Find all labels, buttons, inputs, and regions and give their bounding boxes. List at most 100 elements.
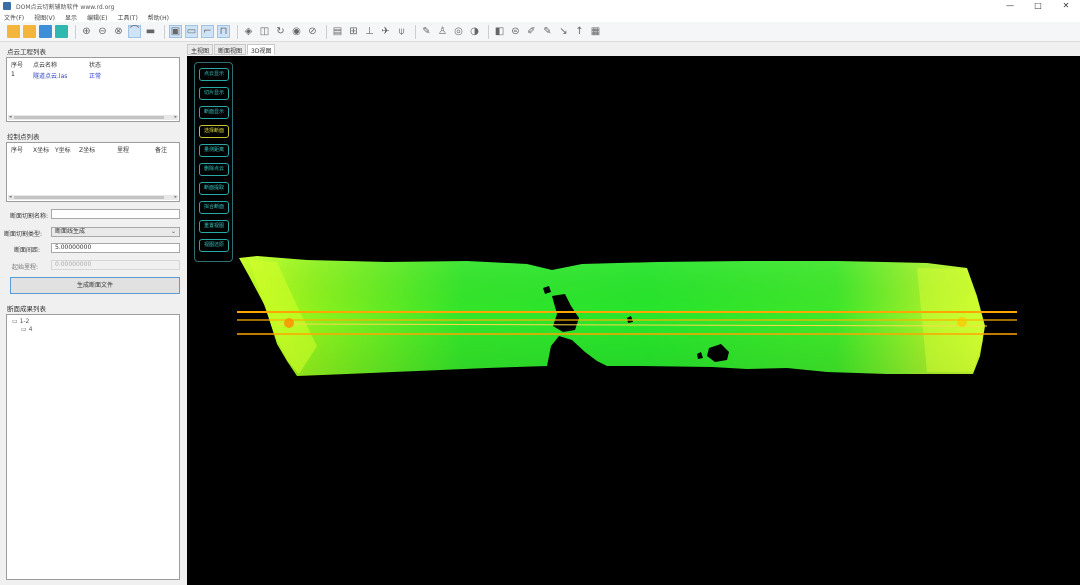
person-icon[interactable]: ✎ — [420, 25, 433, 38]
fit-icon[interactable]: ⊗ — [112, 25, 125, 38]
menu-tools[interactable]: 工具(T) — [117, 13, 137, 22]
header-index: 序号 — [11, 147, 24, 154]
generate-sections-button[interactable]: 生成断面文件 — [10, 277, 180, 294]
cube-icon[interactable]: ◈ — [242, 25, 255, 38]
header-z: Z坐标 — [79, 147, 96, 154]
report-icon[interactable]: ▦ — [589, 25, 602, 38]
line-icon[interactable]: ▬ — [144, 25, 157, 38]
tool-button-2[interactable]: 断面显示 — [199, 106, 229, 119]
scroll-left-icon[interactable]: ◂ — [9, 194, 12, 200]
view-side-icon[interactable]: ▭ — [185, 25, 198, 38]
toolbar-divider — [415, 24, 416, 39]
eye-icon[interactable]: ♙ — [436, 25, 449, 38]
plane-name-label: 断面切割名称: — [10, 213, 49, 220]
lock-icon[interactable]: ◉ — [290, 25, 303, 38]
pen-icon[interactable]: ⍦ — [395, 25, 408, 38]
toolbar-divider — [488, 24, 489, 39]
control-list[interactable]: 序号 X坐标 Y坐标 Z坐标 里程 备注 ◂ ▸ — [6, 142, 180, 202]
row-name: 隧道点云.las — [33, 73, 68, 80]
menu-file[interactable]: 文件(F) — [4, 13, 24, 22]
tree-node[interactable]: ▭ 4 — [21, 326, 32, 333]
curve-icon[interactable]: ⌒ — [128, 25, 141, 38]
mileage-label: 起始里程: — [12, 264, 39, 271]
header-mileage: 里程 — [117, 147, 130, 154]
draw-icon[interactable]: ✎ — [541, 25, 554, 38]
menu-help[interactable]: 帮助(H) — [148, 13, 169, 22]
plane-type-value: 断面线生成 — [55, 228, 86, 235]
toolbar-divider — [75, 24, 76, 39]
filter-icon[interactable]: ⊥ — [363, 25, 376, 38]
scroll-left-icon[interactable]: ◂ — [9, 114, 12, 120]
tab-section-view[interactable]: 断面视图 — [214, 44, 247, 55]
maximize-button[interactable]: □ — [1024, 0, 1052, 12]
title-bar: DOM点云切割辅助软件 www.rd.org — □ ✕ — [0, 0, 1080, 12]
end-marker-icon — [957, 317, 967, 327]
open-folder-icon[interactable] — [7, 25, 20, 38]
plane-type-select[interactable]: 断面线生成 ⌄ — [51, 227, 180, 237]
menu-edit[interactable]: 编辑(E) — [87, 13, 107, 22]
layer-add-icon[interactable]: ⊞ — [347, 25, 360, 38]
clear-icon[interactable]: ⊘ — [306, 25, 319, 38]
arrow-up-icon[interactable]: ↑ — [573, 25, 586, 38]
header-name: 点云名称 — [33, 62, 58, 69]
layer-icon[interactable]: ▤ — [331, 25, 344, 38]
link-icon[interactable]: ◎ — [452, 25, 465, 38]
close-button[interactable]: ✕ — [1052, 0, 1080, 12]
tab-main-view[interactable]: 主视图 — [187, 44, 214, 55]
hdd-icon[interactable]: ◧ — [493, 25, 506, 38]
rotate-icon[interactable]: ↻ — [274, 25, 287, 38]
section-tree[interactable]: ▭ 1-2 ▭ 4 — [6, 314, 180, 580]
scrollbar-thumb[interactable] — [14, 116, 164, 119]
3d-viewport[interactable]: 点云显示 切片显示 断面显示 选择断面 量测距离 删除点云 断面提取 拟合断面 … — [187, 56, 1080, 585]
tree-node[interactable]: ▭ 1-2 — [12, 318, 29, 325]
table-row[interactable]: 1 隧道点云.las 正常 — [7, 71, 179, 80]
minimize-button[interactable]: — — [996, 0, 1024, 12]
view-top-icon[interactable]: ⌐ — [201, 25, 214, 38]
pin-icon[interactable]: ✈ — [379, 25, 392, 38]
tool-button-1[interactable]: 切片显示 — [199, 87, 229, 100]
toolbar-divider — [326, 24, 327, 39]
tool-button-3[interactable]: 选择断面 — [199, 125, 229, 138]
control-list-scrollbar[interactable]: ◂ ▸ — [8, 194, 178, 200]
mileage-input: 0.00000000 — [51, 260, 180, 270]
tool-button-8[interactable]: 重置视图 — [199, 220, 229, 233]
header-index: 序号 — [11, 62, 24, 69]
export-icon[interactable]: ⊜ — [509, 25, 522, 38]
app-icon — [3, 2, 11, 10]
split-icon[interactable]: ◑ — [468, 25, 481, 38]
tool-button-0[interactable]: 点云显示 — [199, 68, 229, 81]
zoom-out-icon[interactable]: ⊖ — [96, 25, 109, 38]
scroll-right-icon[interactable]: ▸ — [174, 194, 177, 200]
project-list-scrollbar[interactable]: ◂ ▸ — [8, 114, 178, 120]
plane-name-input[interactable] — [51, 209, 180, 219]
menu-bar: 文件(F) 视图(V) 显示 编辑(E) 工具(T) 帮助(H) — [0, 12, 1080, 22]
window-controls: — □ ✕ — [996, 0, 1080, 12]
save-icon[interactable] — [39, 25, 52, 38]
scroll-right-icon[interactable]: ▸ — [174, 114, 177, 120]
tool-button-5[interactable]: 删除点云 — [199, 163, 229, 176]
point-cloud-render — [237, 256, 1017, 376]
tunnel-point-cloud — [239, 256, 985, 376]
folder-icon[interactable] — [23, 25, 36, 38]
zoom-in-icon[interactable]: ⊕ — [80, 25, 93, 38]
tool-button-4[interactable]: 量测距离 — [199, 144, 229, 157]
menu-display[interactable]: 显示 — [65, 13, 77, 22]
view-tool-panel: 点云显示 切片显示 断面显示 选择断面 量测距离 删除点云 断面提取 拟合断面 … — [194, 62, 233, 262]
interval-input[interactable]: 5.00000000 — [51, 243, 180, 253]
toolbar-divider — [164, 24, 165, 39]
view-front-icon[interactable]: ▣ — [169, 25, 182, 38]
project-list[interactable]: 序号 点云名称 状态 1 隧道点云.las 正常 ◂ ▸ — [6, 57, 180, 122]
section-tree-title: 断面成果列表 — [7, 305, 46, 313]
tab-3d-view[interactable]: 3D视图 — [247, 44, 276, 55]
ruler-icon[interactable]: ↘ — [557, 25, 570, 38]
tool-button-7[interactable]: 拟合断面 — [199, 201, 229, 214]
watermark-text: 大数跨境 — [53, 555, 125, 576]
menu-view[interactable]: 视图(V) — [34, 13, 55, 22]
tool-button-9[interactable]: 视图还原 — [199, 239, 229, 252]
tool-button-6[interactable]: 断面提取 — [199, 182, 229, 195]
import-icon[interactable] — [55, 25, 68, 38]
view-box-icon[interactable]: ⊓ — [217, 25, 230, 38]
edit-icon[interactable]: ✐ — [525, 25, 538, 38]
measure-icon[interactable]: ◫ — [258, 25, 271, 38]
scrollbar-thumb[interactable] — [14, 196, 164, 199]
